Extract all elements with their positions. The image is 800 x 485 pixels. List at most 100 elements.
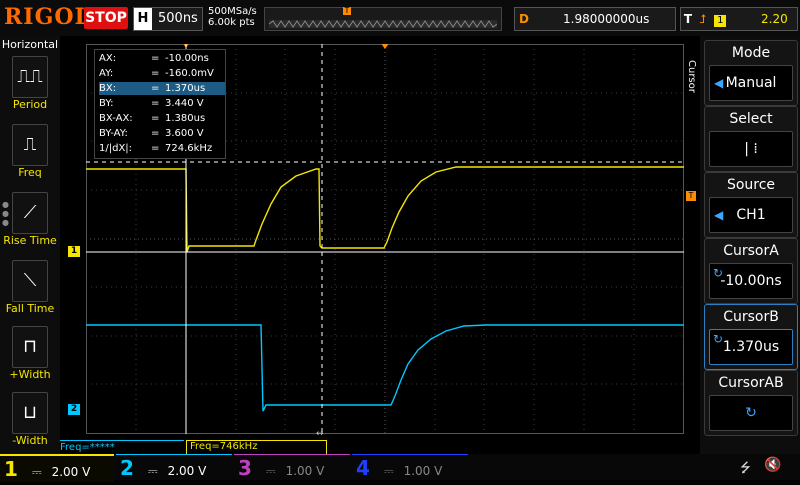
positive-width-icon: ⊓ — [12, 326, 48, 368]
measure-rise-time-label: Rise Time — [3, 234, 57, 247]
ch1-scale-box[interactable]: 1 ⎓ 2.00 V — [0, 454, 114, 482]
ch1-coupling-icon: ⎓ — [32, 465, 42, 479]
speaker-mute-icon[interactable]: 🔇 — [764, 457, 781, 473]
fall-time-icon: ⟍ — [12, 260, 48, 302]
readout-ax: AX: = -10.00ns — [99, 53, 209, 64]
cursor-b-value-box: ↻ 1.370us — [709, 329, 793, 365]
ch3-coupling-icon: ⎓ — [266, 464, 276, 478]
cursor-mode-title: Mode — [731, 45, 771, 61]
measure-menu-title: Horizontal — [1, 38, 59, 51]
memory-depth: 6.00k pts — [208, 17, 255, 28]
trigger-source: 1 — [714, 15, 727, 27]
sample-rate: 500MSa/s — [208, 6, 257, 17]
measure-freq-label: Freq — [18, 166, 42, 179]
readout-bx-value: 1.370us — [165, 83, 206, 94]
cursor-ab-value-box: ↻ — [709, 395, 793, 431]
delay-label: D — [519, 12, 529, 26]
measure-freq[interactable]: ⎍ Freq — [0, 124, 60, 190]
ch1-marker: 1 — [68, 246, 80, 257]
readout-dy-value: 3.600 V — [165, 128, 204, 139]
cursor-mode-value-box: ◀ Manual — [709, 65, 793, 101]
memory-overview: T — [264, 7, 502, 31]
measure-fall-time-label: Fall Time — [5, 302, 55, 315]
readout-ay-value: -160.0mV — [165, 68, 214, 79]
run-stop-indicator[interactable]: STOP — [84, 7, 128, 29]
usb-icon: ⭍ — [740, 461, 751, 476]
cursor-ab-title: CursorAB — [718, 375, 784, 391]
ch4-coupling-icon: ⎓ — [384, 464, 394, 478]
cursor-b-value: 1.370us — [722, 339, 780, 355]
readout-inv-dx-value: 724.6kHz — [165, 143, 213, 154]
measure-freq-ch2[interactable]: Freq=***** — [60, 440, 184, 455]
readout-inv-dx-key: 1/|dX|: — [99, 143, 133, 154]
knob-icon: ↻ — [745, 405, 757, 421]
measure-fall-time[interactable]: ⟍ Fall Time — [0, 260, 60, 326]
readout-dy: BY-AY: = 3.600 V — [99, 128, 204, 139]
knob-icon: ↻ — [713, 266, 724, 280]
readout-bx: BX: = 1.370us — [99, 82, 225, 95]
cursor-a-value-box: ↻ -10.00ns — [709, 263, 793, 299]
trigger-level-icon: T — [686, 191, 696, 201]
horizontal-label: H — [134, 8, 152, 30]
cursor-menu-title: Cursor — [686, 60, 697, 93]
readout-by: BY: = 3.440 V — [99, 98, 204, 109]
cursor-a-softkey[interactable]: CursorA ↻ -10.00ns — [704, 238, 798, 304]
measure-period[interactable]: ⎍⎍ Period — [0, 56, 60, 122]
left-arrow-icon: ◀ — [714, 208, 724, 222]
timebase-box[interactable]: H 500ns — [133, 7, 203, 31]
cursor-select-value: | ⁞ — [744, 141, 758, 157]
ch3-scale-box[interactable]: 3 ⎓ 1.00 V — [234, 454, 350, 481]
ch2-coupling-icon: ⎓ — [148, 464, 158, 478]
readout-inv-dx: 1/|dX|: = 724.6kHz — [99, 143, 213, 154]
ch3-scale: 1.00 V — [285, 464, 325, 478]
cursor-readout-panel: AX: = -10.00ns AY: = -160.0mV BX: = 1.370us BY… — [94, 49, 226, 159]
ch4-number: 4 — [356, 456, 370, 480]
horizontal-center-icon: ↔ — [316, 429, 324, 439]
cursor-ab-softkey[interactable]: CursorAB ↻ — [704, 370, 798, 436]
delay-value: 1.98000000us — [563, 12, 650, 26]
readout-dy-key: BY-AY: — [99, 128, 128, 139]
cursor-b-softkey[interactable]: CursorB ↻ 1.370us — [704, 304, 798, 370]
trigger-box[interactable]: T⮥12.20 V — [680, 7, 798, 48]
cursor-a-value: -10.00ns — [720, 273, 782, 289]
measure-negative-width[interactable]: ⊔ -Width — [0, 392, 60, 458]
cursor-mode-softkey[interactable]: Mode ◀ Manual — [704, 40, 798, 106]
measure-positive-width-label: +Width — [9, 368, 51, 381]
readout-dx-value: 1.380us — [165, 113, 206, 124]
acquisition-info: 500MSa/s 6.00k pts — [208, 6, 257, 28]
ch1-number: 1 — [4, 457, 18, 481]
cursor-source-title: Source — [726, 177, 776, 193]
readout-by-value: 3.440 V — [165, 98, 204, 109]
cursor-mode-value: Manual — [725, 75, 777, 91]
left-arrow-icon: ◀ — [714, 76, 724, 90]
trigger-label: T — [683, 12, 693, 26]
rise-time-icon: ⟋ — [12, 192, 48, 234]
waveform-overview — [269, 20, 497, 28]
cursor-select-title: Select — [729, 111, 773, 127]
readout-ay-key: AY: — [99, 68, 114, 79]
measure-positive-width[interactable]: ⊓ +Width — [0, 326, 60, 392]
readout-by-key: BY: — [99, 98, 114, 109]
cursor-select-value-box: | ⁞ — [709, 131, 793, 167]
ch4-scale-box[interactable]: 4 ⎓ 1.00 V — [352, 454, 468, 481]
ch1-scale: 2.00 V — [51, 465, 91, 479]
frequency-icon: ⎍ — [12, 124, 48, 166]
negative-width-icon: ⊔ — [12, 392, 48, 434]
measure-negative-width-label: -Width — [12, 434, 48, 447]
ch3-number: 3 — [238, 456, 252, 480]
ch4-scale: 1.00 V — [403, 464, 443, 478]
ch2-number: 2 — [120, 456, 134, 480]
ch2-scale: 2.00 V — [167, 464, 207, 478]
readout-ax-key: AX: — [99, 53, 117, 64]
readout-ax-value: -10.00ns — [165, 53, 209, 64]
knob-icon: ↻ — [713, 332, 724, 346]
delay-box[interactable]: D 1.98000000us — [514, 7, 676, 31]
readout-bx-key: BX: — [99, 83, 117, 94]
measure-rise-time[interactable]: ⟋ Rise Time — [0, 192, 60, 258]
readout-dx-key: BX-AX: — [99, 113, 133, 124]
period-icon: ⎍⎍ — [12, 56, 48, 98]
cursor-source-softkey[interactable]: Source ◀ CH1 — [704, 172, 798, 238]
cursor-select-softkey[interactable]: Select | ⁞ — [704, 106, 798, 172]
brand-logo: RIGOL — [4, 4, 91, 30]
ch2-scale-box[interactable]: 2 ⎓ 2.00 V — [116, 454, 232, 481]
